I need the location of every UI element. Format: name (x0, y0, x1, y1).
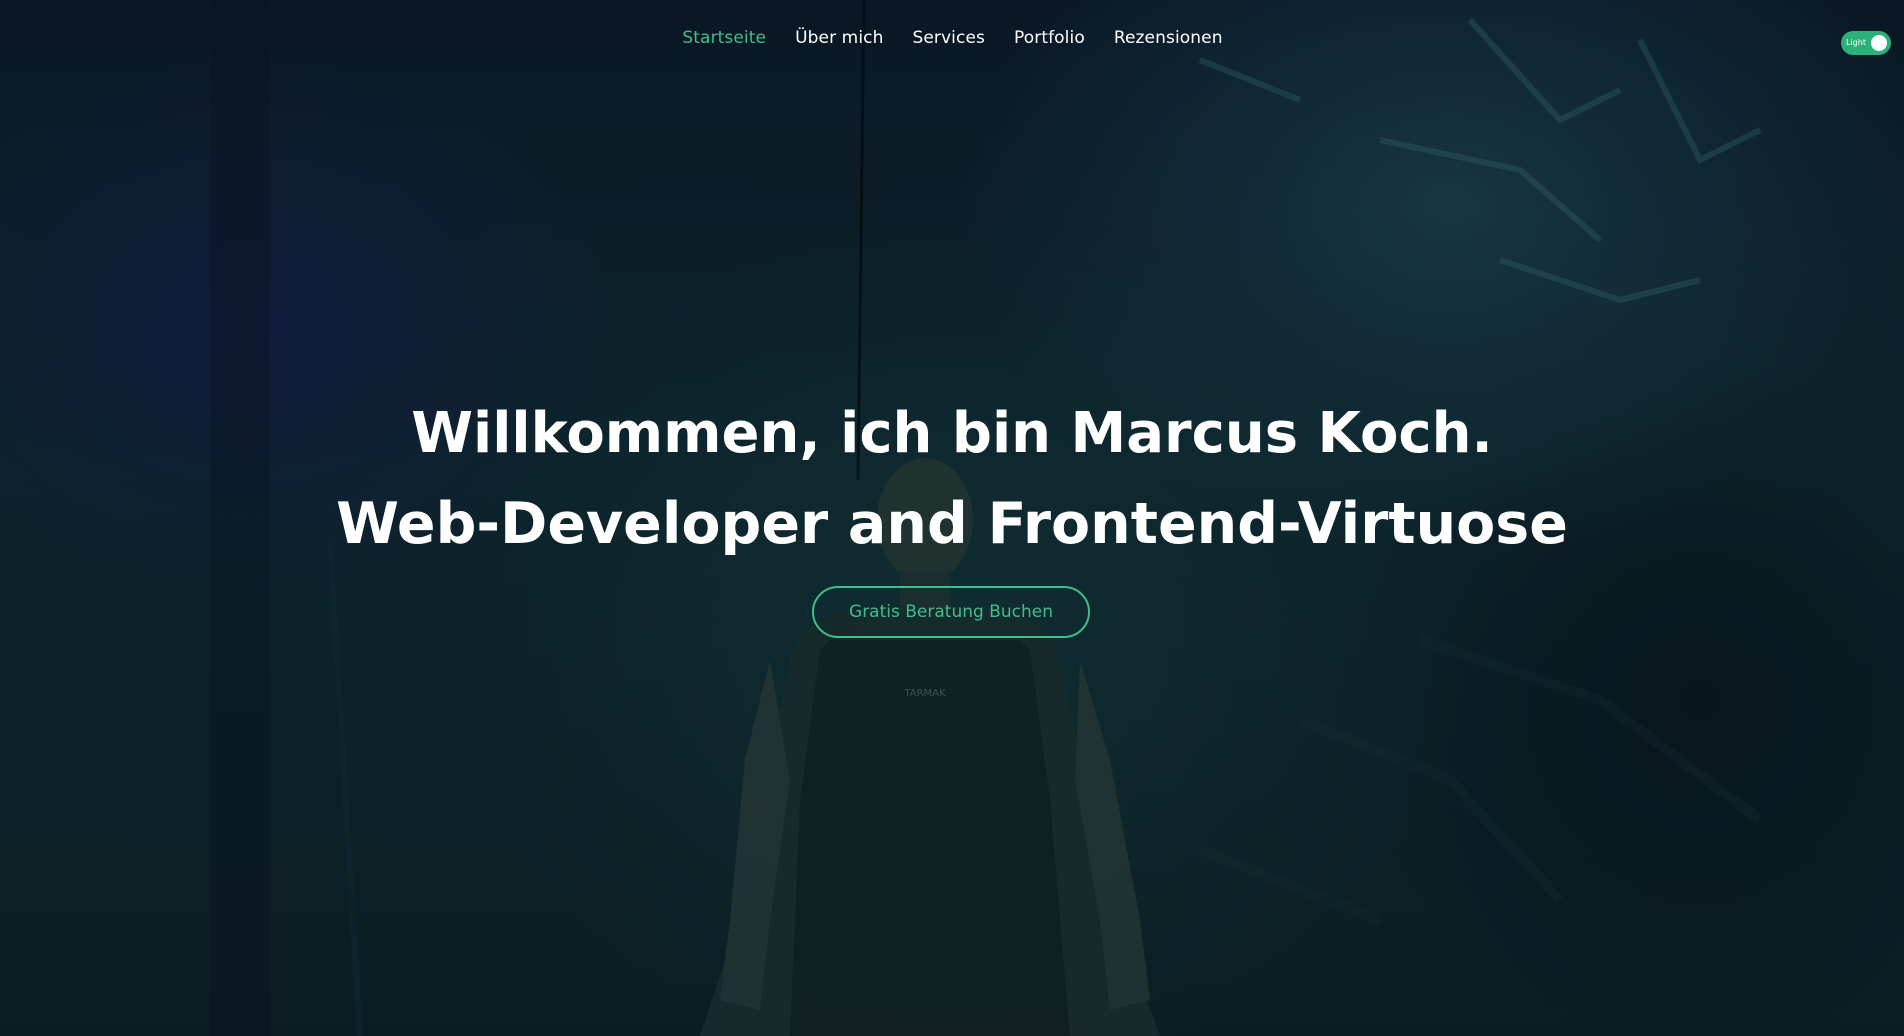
hero-section: TARMAK Startseite Über mich Services Por… (0, 0, 1904, 1036)
nav-links: Startseite Über mich Services Portfolio … (682, 28, 1222, 48)
nav-item-startseite[interactable]: Startseite (682, 28, 766, 48)
hero-subheadline: Web-Developer and Frontend-Virtuose (336, 491, 1568, 557)
hero-headline: Willkommen, ich bin Marcus Koch. (411, 401, 1493, 466)
nav-item-ueber-mich[interactable]: Über mich (795, 28, 883, 48)
theme-toggle-label: Light (1846, 38, 1866, 47)
nav-item-services[interactable]: Services (912, 28, 985, 48)
main-navigation: Startseite Über mich Services Portfolio … (0, 28, 1904, 48)
theme-toggle[interactable]: Light (1841, 31, 1891, 55)
book-consultation-button[interactable]: Gratis Beratung Buchen (812, 586, 1090, 638)
theme-toggle-knob (1871, 35, 1887, 51)
nav-item-rezensionen[interactable]: Rezensionen (1114, 28, 1223, 48)
nav-item-portfolio[interactable]: Portfolio (1014, 28, 1085, 48)
